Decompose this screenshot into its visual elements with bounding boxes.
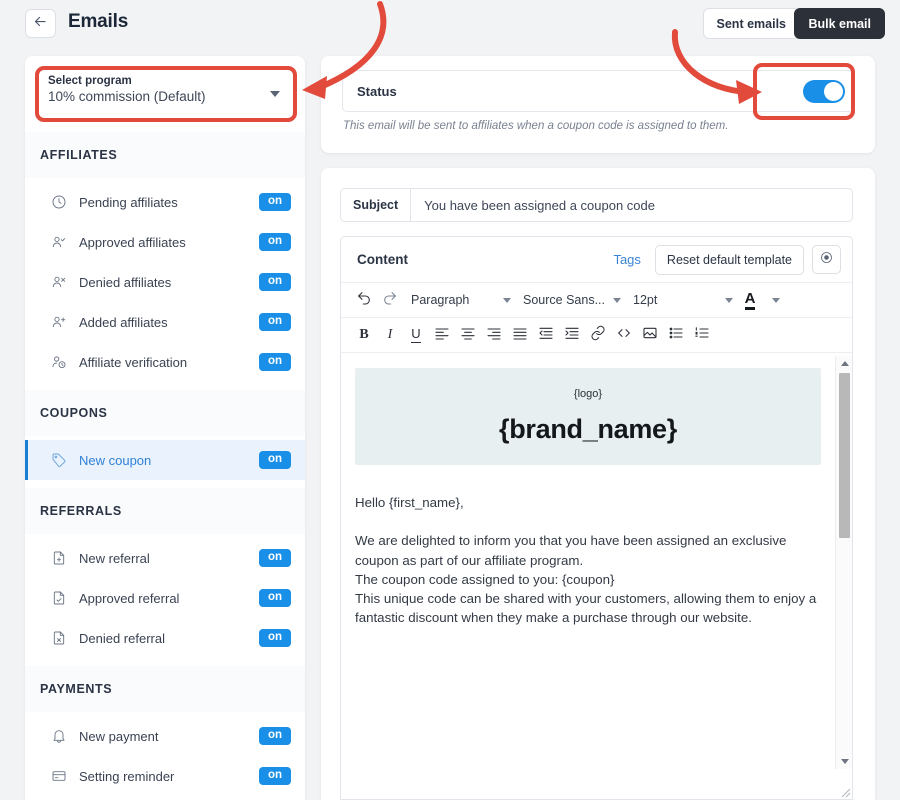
arrow-head-left-icon [302, 76, 327, 99]
curved-arrow-left-icon [315, 1, 387, 91]
arrow-head-right-icon [736, 80, 762, 104]
annotation-arrows [302, 1, 762, 104]
app-root: Emails Sent emails Bulk email Select pro… [0, 0, 900, 800]
